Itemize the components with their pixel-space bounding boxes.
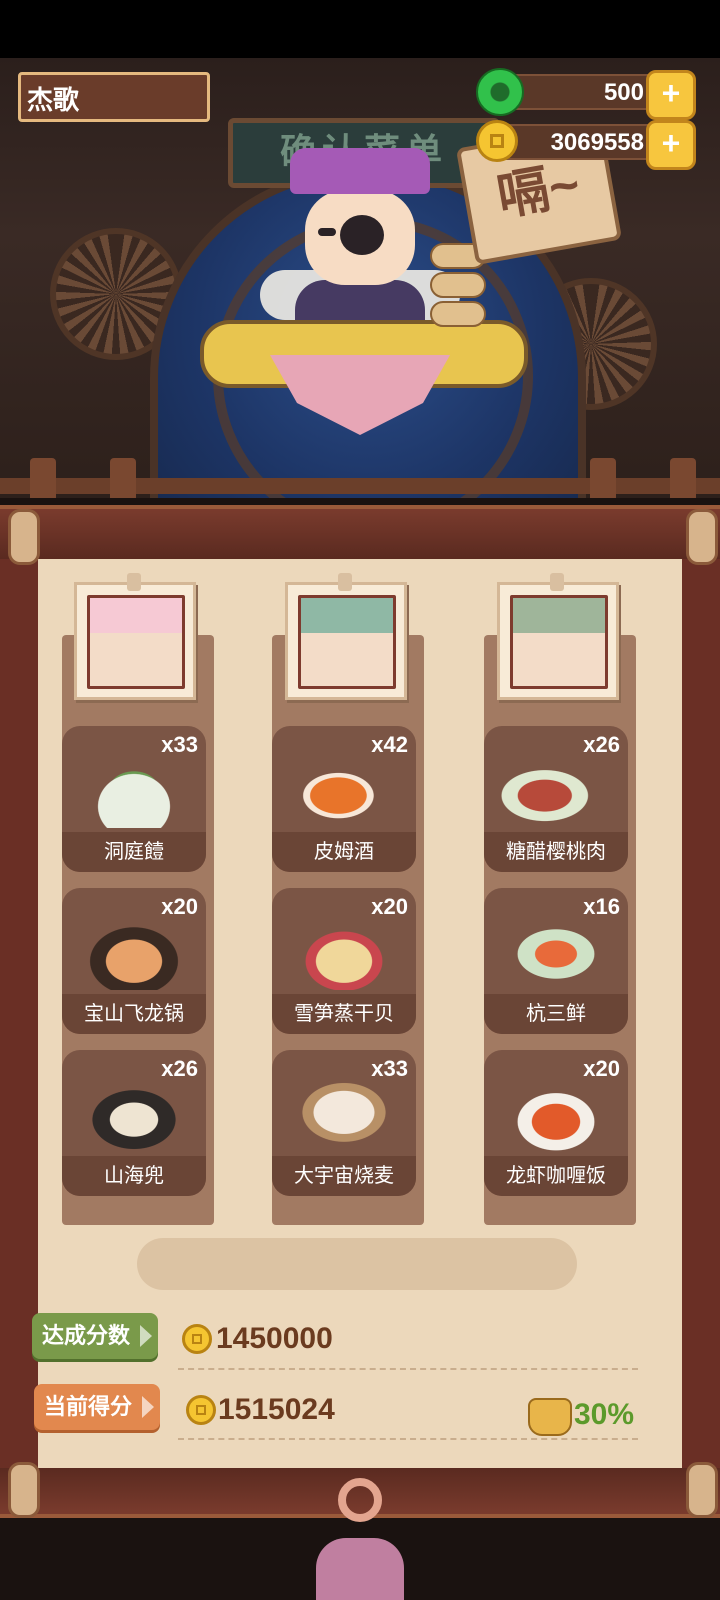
punch-mug-icon (288, 756, 400, 828)
dish-card[interactable]: x20 龙虾咖喱饭 (484, 1050, 628, 1196)
dish-name: 洞庭饐 (62, 832, 206, 872)
customer-portrait-3[interactable] (497, 573, 619, 700)
shaomai-steamer-icon (288, 1080, 400, 1152)
scroll-top-rod (0, 505, 720, 565)
dish-count: x20 (583, 1056, 620, 1081)
jade-icon (476, 68, 524, 116)
dish-card[interactable]: x33 洞庭饐 (62, 726, 206, 872)
coin-counter: 3069558 + (476, 120, 696, 170)
dumpling-plate-icon (78, 756, 190, 828)
target-score-tag: 达成分数 (32, 1313, 158, 1359)
coin-icon (476, 120, 518, 162)
dish-count: x20 (161, 894, 198, 919)
dish-card[interactable]: x20 宝山飞龙锅 (62, 888, 206, 1034)
coin-icon (186, 1395, 216, 1425)
status-bar (0, 0, 720, 58)
dish-count: x33 (161, 732, 198, 757)
three-delicacies-bowl-icon (500, 918, 612, 990)
coin-amount: 3069558 (550, 129, 644, 156)
dish-count: x20 (371, 894, 408, 919)
jade-counter: 500 + (476, 68, 696, 120)
current-score-tag: 当前得分 (34, 1384, 160, 1430)
dish-card[interactable]: x42 皮姆酒 (272, 726, 416, 872)
dish-name: 大宇宙烧麦 (272, 1156, 416, 1196)
current-score-label: 当前得分 (44, 1394, 133, 1419)
dish-name: 糖醋樱桃肉 (484, 832, 628, 872)
add-coins-button[interactable]: + (646, 120, 696, 170)
customer-portrait-2[interactable] (285, 573, 407, 700)
sweet-sour-pork-bowl-icon (500, 756, 612, 828)
dish-count: x26 (161, 1056, 198, 1081)
lobster-curry-plate-icon (500, 1080, 612, 1152)
dish-card[interactable]: x26 糖醋樱桃肉 (484, 726, 628, 872)
dumpling-pan-icon (78, 1080, 190, 1152)
dish-name: 宝山飞龙锅 (62, 994, 206, 1034)
target-score-value: 1450000 (216, 1322, 333, 1355)
player-name[interactable]: 杰歌 (18, 72, 210, 122)
dish-count: x16 (583, 894, 620, 919)
target-score-label: 达成分数 (42, 1323, 131, 1348)
divider (178, 1438, 638, 1440)
chinese-knot-icon (316, 1478, 404, 1600)
dish-name: 雪笋蒸干贝 (272, 994, 416, 1034)
jade-amount: 500 (603, 79, 644, 106)
scroll-right-edge (682, 530, 720, 1470)
tip-bag-icon (528, 1398, 572, 1436)
dish-card[interactable]: x16 杭三鲜 (484, 888, 628, 1034)
add-jade-button[interactable]: + (646, 70, 696, 120)
wooden-fence (0, 458, 720, 498)
scallop-bowl-icon (288, 918, 400, 990)
bonus-percent: 30% (574, 1398, 635, 1431)
dish-count: x42 (371, 732, 408, 757)
dish-name: 杭三鲜 (484, 994, 628, 1034)
dish-card[interactable]: x26 山海兜 (62, 1050, 206, 1196)
dish-count: x26 (583, 732, 620, 757)
dish-name: 皮姆酒 (272, 832, 416, 872)
progress-track (137, 1238, 577, 1290)
dish-card[interactable]: x20 雪笋蒸干贝 (272, 888, 416, 1034)
divider (178, 1368, 638, 1370)
dish-card[interactable]: x33 大宇宙烧麦 (272, 1050, 416, 1196)
dish-count: x33 (371, 1056, 408, 1081)
customer-portrait-1[interactable] (74, 573, 196, 700)
hotpot-icon (78, 918, 190, 990)
coin-icon (182, 1324, 212, 1354)
eyepatch-icon (340, 215, 384, 255)
dish-name: 山海兜 (62, 1156, 206, 1196)
dish-name: 龙虾咖喱饭 (484, 1156, 628, 1196)
current-score-value: 1515024 (218, 1393, 335, 1426)
